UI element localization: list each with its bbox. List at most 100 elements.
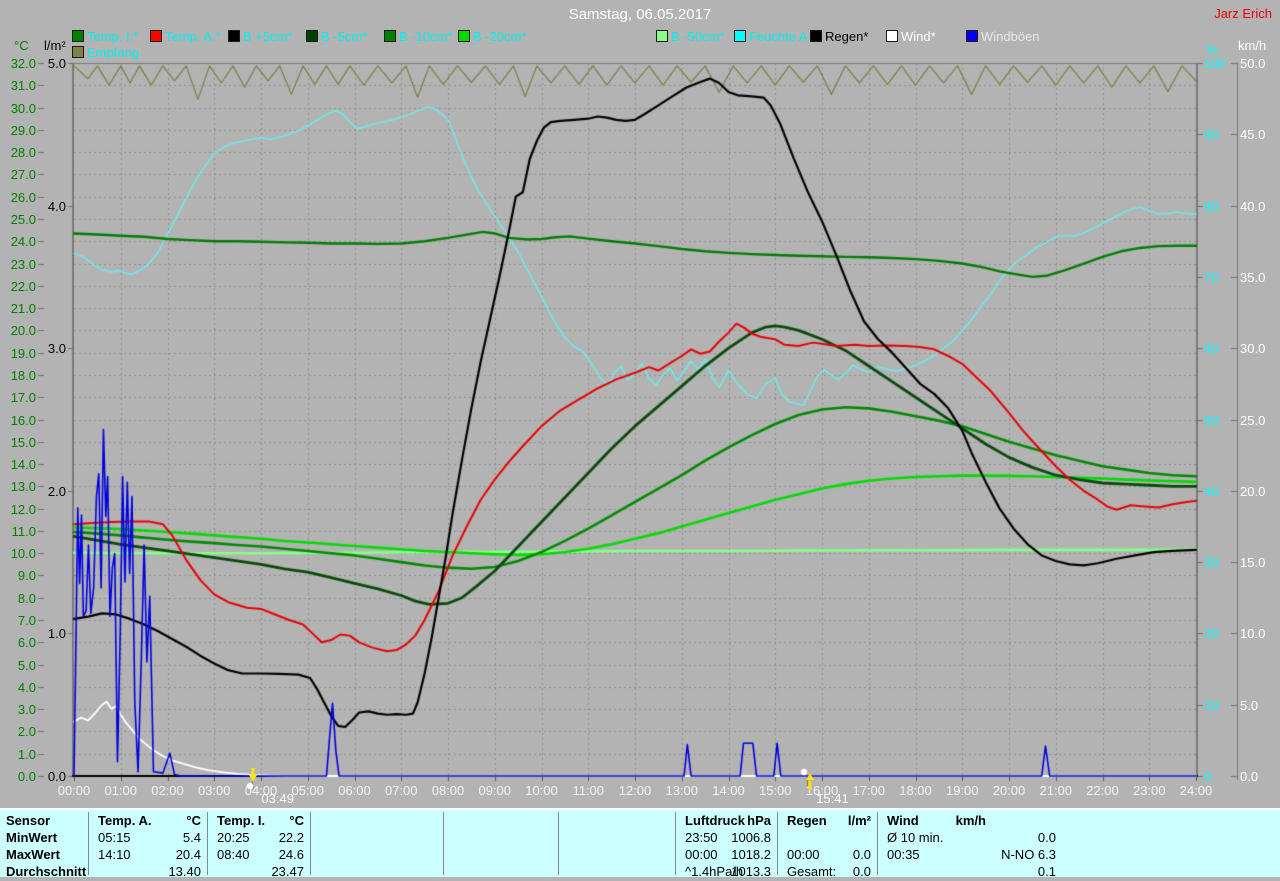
x-axis-label: 01:00 bbox=[104, 783, 138, 798]
table-unit-temp-a: °C bbox=[186, 813, 201, 828]
legend-swatch-b-5cm bbox=[228, 30, 240, 42]
table-unit-luftdruck: hPa bbox=[747, 813, 771, 828]
table-cell-value-wind: 0.0 bbox=[1037, 830, 1056, 845]
table-row-label: Sensor bbox=[6, 813, 51, 828]
legend-swatch-b-50cm bbox=[656, 30, 668, 42]
table-cell-value-regen: 0.0 bbox=[852, 847, 871, 862]
table-unit-regen: l/m² bbox=[847, 813, 871, 828]
axis-tick-label-degC: 14.0 bbox=[10, 457, 36, 473]
axis-tick-label-degC: 10.0 bbox=[10, 546, 36, 562]
x-axis-label: 24:00 bbox=[1179, 783, 1213, 798]
axis-tick-label-degC: 22.0 bbox=[10, 278, 36, 294]
axis-tick-label-pct: 50 bbox=[1204, 412, 1219, 428]
table-row-label: MaxWert bbox=[6, 847, 60, 862]
right-axis-unit-kmh: km/h bbox=[1238, 38, 1267, 53]
x-axis-label: 03:00 bbox=[197, 783, 231, 798]
table-cell-value-temp-i: 23.47 bbox=[271, 864, 304, 879]
x-axis-label: 19:00 bbox=[945, 783, 979, 798]
legend-label-temp-a: Temp. A.* bbox=[165, 29, 221, 44]
legend-swatch-wind bbox=[886, 30, 898, 42]
axis-tick-label-kmh: 0.0 bbox=[1240, 769, 1259, 784]
axis-tick-label-degC: 12.0 bbox=[10, 501, 36, 517]
axis-tick-label-pct: 90 bbox=[1204, 127, 1219, 143]
axis-tick-label-degC: 26.0 bbox=[10, 189, 36, 205]
axis-tick-label-pct: 70 bbox=[1204, 269, 1219, 285]
axis-tick-label-degC: 13.0 bbox=[10, 479, 36, 495]
legend-label-b-5cm: B -5cm* bbox=[321, 29, 368, 44]
legend-label-b-20cm: B -20cm* bbox=[473, 29, 527, 44]
axis-tick-label-degC: 6.0 bbox=[17, 635, 36, 651]
axis-tick-label-degC: 9.0 bbox=[17, 568, 36, 584]
axis-tick-label-degC: 29.0 bbox=[10, 122, 36, 138]
moon-up-marker-icon bbox=[800, 766, 816, 792]
axis-tick-label-degC: 30.0 bbox=[10, 100, 36, 116]
axis-tick-label-pct: 80 bbox=[1204, 198, 1219, 214]
x-axis-label: 06:00 bbox=[338, 783, 371, 798]
time-marker-label: 15:41 bbox=[816, 791, 849, 806]
table-cell-value-luftdruck: 1006.8 bbox=[731, 830, 771, 845]
axis-tick-label-kmh: 5.0 bbox=[1240, 697, 1259, 713]
table-cell-value-regen: 0.0 bbox=[852, 864, 871, 879]
x-axis-label: 12:00 bbox=[618, 783, 652, 798]
time-marker-label: 03:49 bbox=[261, 791, 294, 806]
x-axis-label: 14:00 bbox=[712, 783, 745, 798]
axis-tick-label-degC: 4.0 bbox=[17, 679, 36, 695]
chart-overlay-layer: Temp. I.* Temp. A.* B +5cm* B -5cm* B -10cm*… bbox=[0, 0, 1280, 881]
axis-tick-label-degC: 3.0 bbox=[17, 702, 36, 718]
left-axis-unit-degc: °C bbox=[14, 38, 29, 53]
axis-tick-label-lm2: 2.0 bbox=[47, 483, 66, 499]
x-axis-label: 18:00 bbox=[899, 783, 932, 798]
axis-tick-label-degC: 23.0 bbox=[10, 256, 36, 272]
axis-tick-label-kmh: 10.0 bbox=[1240, 626, 1266, 642]
axis-tick-label-degC: 16.0 bbox=[10, 412, 36, 428]
legend-label-feuchte-a: Feuchte A.* bbox=[749, 29, 817, 44]
axis-tick-label-degC: 24.0 bbox=[10, 234, 36, 250]
axis-tick-label-pct: 100 bbox=[1204, 56, 1226, 71]
x-axis-label: 20:00 bbox=[992, 783, 1026, 798]
right-axis-unit-pct: % bbox=[1206, 42, 1218, 57]
left-axis-unit-lm2: l/m² bbox=[44, 38, 66, 53]
table-column-divider bbox=[558, 812, 559, 875]
weather-app-window: { "window": { "title": "Samstag, 06.05.2… bbox=[0, 0, 1280, 881]
axis-tick-label-pct: 30 bbox=[1204, 555, 1219, 571]
legend-label-wind: Wind* bbox=[901, 29, 936, 44]
axis-tick-label-degC: 8.0 bbox=[17, 590, 36, 606]
axis-tick-label-kmh: 50.0 bbox=[1240, 56, 1266, 71]
table-cell-value-wind: 0.1 bbox=[1037, 864, 1056, 879]
axis-tick-label-degC: 31.0 bbox=[10, 78, 36, 94]
legend-swatch-temp-i bbox=[72, 30, 84, 42]
axis-tick-label-degC: 11.0 bbox=[11, 523, 36, 539]
legend-label-b-5cm: B +5cm* bbox=[243, 29, 293, 44]
axis-tick-label-degC: 2.0 bbox=[17, 724, 36, 740]
table-column-divider bbox=[443, 812, 444, 875]
legend-label-b-10cm: B -10cm* bbox=[399, 29, 453, 44]
table-cell-value-wind: N-NO 6.3 bbox=[1001, 847, 1056, 862]
x-axis-label: 11:00 bbox=[572, 783, 605, 798]
x-axis-label: 13:00 bbox=[665, 783, 699, 798]
legend-label-empfang: Empfang bbox=[87, 45, 140, 60]
author-label: Jarz Erich bbox=[1214, 6, 1272, 21]
axis-tick-label-degC: 32.0 bbox=[10, 56, 36, 71]
axis-tick-label-kmh: 25.0 bbox=[1240, 412, 1266, 428]
x-axis-label: 21:00 bbox=[1039, 783, 1073, 798]
axis-tick-label-degC: 5.0 bbox=[17, 657, 36, 673]
table-column-divider bbox=[310, 812, 311, 875]
axis-tick-label-lm2: 1.0 bbox=[47, 626, 66, 642]
axis-tick-label-kmh: 30.0 bbox=[1240, 341, 1266, 357]
axis-tick-label-degC: 25.0 bbox=[10, 211, 36, 227]
legend-swatch-b-20cm bbox=[458, 30, 470, 42]
axis-tick-label-degC: 27.0 bbox=[10, 167, 36, 183]
x-axis-label: 15:00 bbox=[758, 783, 792, 798]
x-axis-label: 10:00 bbox=[525, 783, 558, 798]
table-cell-value-temp-i: 22.2 bbox=[278, 830, 304, 845]
axis-tick-label-kmh: 40.0 bbox=[1240, 198, 1266, 214]
axis-tick-label-degC: 18.0 bbox=[10, 367, 36, 383]
axis-tick-label-degC: 28.0 bbox=[10, 145, 36, 161]
legend-label-windb-en: Windböen bbox=[981, 29, 1040, 44]
axis-tick-label-pct: 40 bbox=[1204, 483, 1219, 499]
axis-tick-label-kmh: 45.0 bbox=[1240, 127, 1266, 143]
table-cell-value-luftdruck: 1013.3 bbox=[731, 864, 771, 879]
table-cell-value-temp-a: 13.40 bbox=[168, 864, 201, 879]
legend-label-b-50cm: B -50cm* bbox=[671, 29, 725, 44]
x-axis-label: 23:00 bbox=[1132, 783, 1166, 798]
